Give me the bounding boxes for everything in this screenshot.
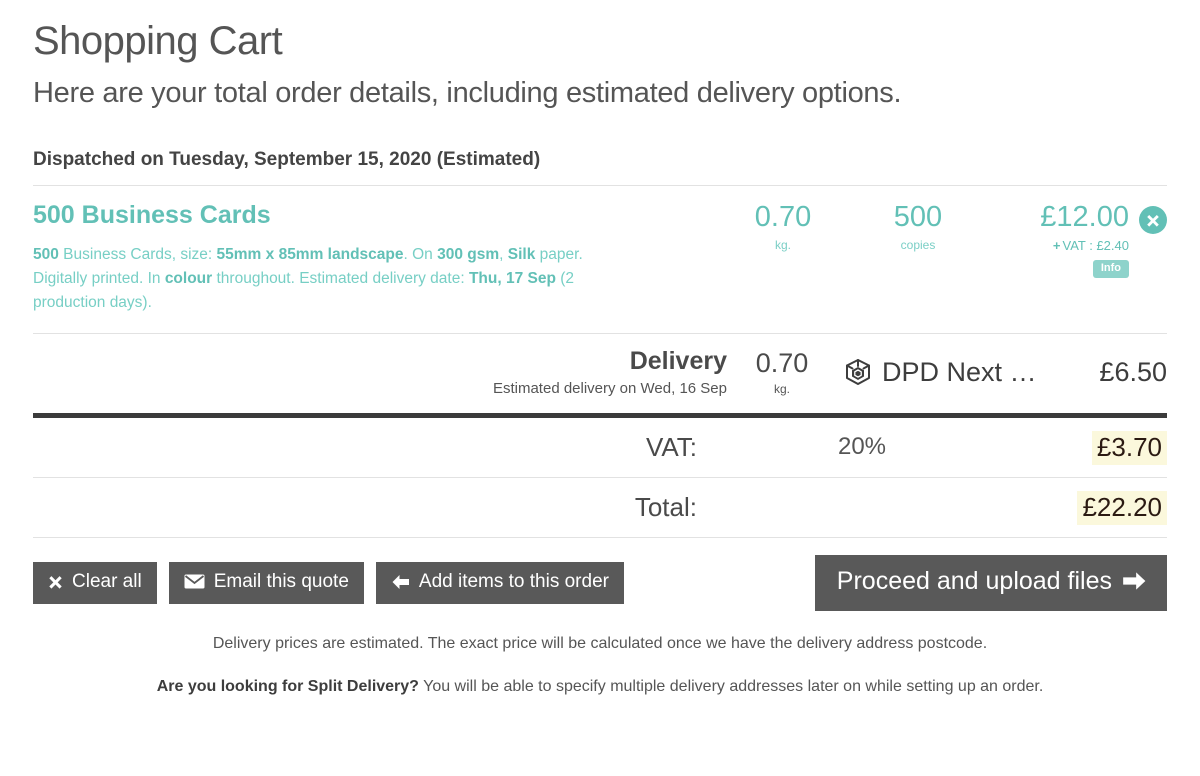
- cart-item-price-column: £12.00 + VAT : £2.40 Info: [993, 200, 1167, 279]
- cart-item-quantity-unit: copies: [900, 238, 936, 253]
- vat-label: VAT:: [645, 431, 697, 462]
- delivery-weight-value: 0.70: [755, 347, 809, 378]
- plus-icon: +: [1052, 238, 1061, 254]
- vat-amount-cell: £3.70: [1027, 430, 1167, 465]
- cart-item-quantity-value: 500: [893, 200, 943, 233]
- clear-all-label: Clear all: [72, 570, 142, 592]
- description-segment: Business Cards, size:: [58, 246, 217, 264]
- total-row: Total: £22.20: [33, 478, 1167, 537]
- cart-item-price-value: £12.00: [1040, 200, 1129, 233]
- delivery-label: Delivery: [629, 347, 727, 376]
- delivery-carrier-name: DPD Next …: [882, 357, 1037, 388]
- delivery-row: Delivery Estimated delivery on Wed, 16 S…: [33, 334, 1167, 413]
- description-segment: Thu, 17 Sep: [468, 270, 556, 288]
- delivery-estimate-note: Delivery prices are estimated. The exact…: [212, 634, 988, 652]
- arrow-left-icon: [392, 574, 409, 589]
- cart-item-weight-value: 0.70: [754, 200, 812, 233]
- proceed-upload-label: Proceed and upload files: [836, 566, 1112, 595]
- dispatch-date-text: Dispatched on Tuesday, September 15, 202…: [33, 148, 541, 170]
- description-segment: colour: [164, 270, 213, 288]
- delivery-label-block: Delivery Estimated delivery on Wed, 16 S…: [493, 348, 727, 397]
- cart-item-quantity-column: 500 copies: [843, 200, 993, 253]
- package-box-icon: [846, 358, 870, 385]
- delivery-carrier-column[interactable]: DPD Next …: [837, 357, 1062, 389]
- description-segment: 500: [33, 246, 59, 264]
- add-items-label: Add items to this order: [418, 570, 609, 592]
- cart-item-vat-amount: VAT : £2.40: [1062, 238, 1130, 254]
- shopping-cart-page: Shopping Cart Here are your total order …: [0, 0, 1200, 776]
- cart-item-title[interactable]: 500 Business Cards: [33, 201, 723, 230]
- delivery-price: £6.50: [1099, 357, 1167, 388]
- vat-row: VAT: 20% £3.70: [33, 418, 1167, 477]
- description-segment: 55mm x 85mm landscape: [216, 246, 404, 264]
- action-buttons-row: Clear all Email this quote Add items to …: [33, 538, 1167, 611]
- times-icon: [49, 576, 62, 589]
- page-subtitle: Here are your total order details, inclu…: [33, 77, 902, 109]
- vat-rate: 20%: [837, 433, 887, 461]
- page-title: Shopping Cart: [33, 19, 283, 63]
- cart-item-details: 500 Business Cards 500 Business Cards, s…: [33, 201, 723, 316]
- description-segment: . On: [403, 246, 438, 264]
- split-delivery-answer: You will be able to specify multiple del…: [418, 677, 1044, 695]
- delivery-sublabel: Estimated delivery on Wed, 16 Sep: [492, 379, 727, 397]
- total-amount-cell: £22.20: [1027, 490, 1167, 525]
- delivery-weight-unit: kg.: [773, 382, 790, 397]
- remove-item-button[interactable]: [1139, 205, 1167, 234]
- total-label: Total:: [634, 491, 697, 522]
- cart-item-weight-column: 0.70 kg.: [723, 200, 843, 253]
- info-badge[interactable]: Info: [1092, 260, 1129, 279]
- cart-item-info-wrap: Info: [993, 253, 1129, 279]
- proceed-upload-button[interactable]: Proceed and upload files: [814, 554, 1167, 611]
- arrow-right-icon: [1123, 572, 1146, 591]
- add-items-button[interactable]: Add items to this order: [375, 561, 624, 604]
- description-segment: ,: [499, 246, 508, 264]
- cart-item-vat-note: + VAT : £2.40: [993, 238, 1129, 253]
- cart-item-weight-unit: kg.: [774, 238, 791, 253]
- email-quote-button[interactable]: Email this quote: [168, 561, 364, 604]
- total-amount: £22.20: [1077, 490, 1167, 525]
- delivery-weight-column: 0.70 kg.: [727, 347, 837, 397]
- email-quote-label: Email this quote: [213, 570, 349, 592]
- description-segment: Silk: [507, 246, 536, 264]
- cart-item-description: 500 Business Cards, size: 55mm x 85mm la…: [33, 243, 593, 315]
- vat-amount: £3.70: [1091, 430, 1167, 465]
- description-segment: throughout. Estimated delivery date:: [212, 270, 469, 288]
- split-delivery-note: Are you looking for Split Delivery? You …: [33, 675, 1167, 700]
- close-icon: [1147, 214, 1159, 227]
- clear-all-button[interactable]: Clear all: [33, 561, 157, 604]
- split-delivery-question: Are you looking for Split Delivery?: [156, 677, 419, 695]
- envelope-icon: [184, 574, 205, 589]
- cart-item-row: 500 Business Cards 500 Business Cards, s…: [33, 186, 1167, 334]
- description-segment: 300 gsm: [437, 246, 500, 264]
